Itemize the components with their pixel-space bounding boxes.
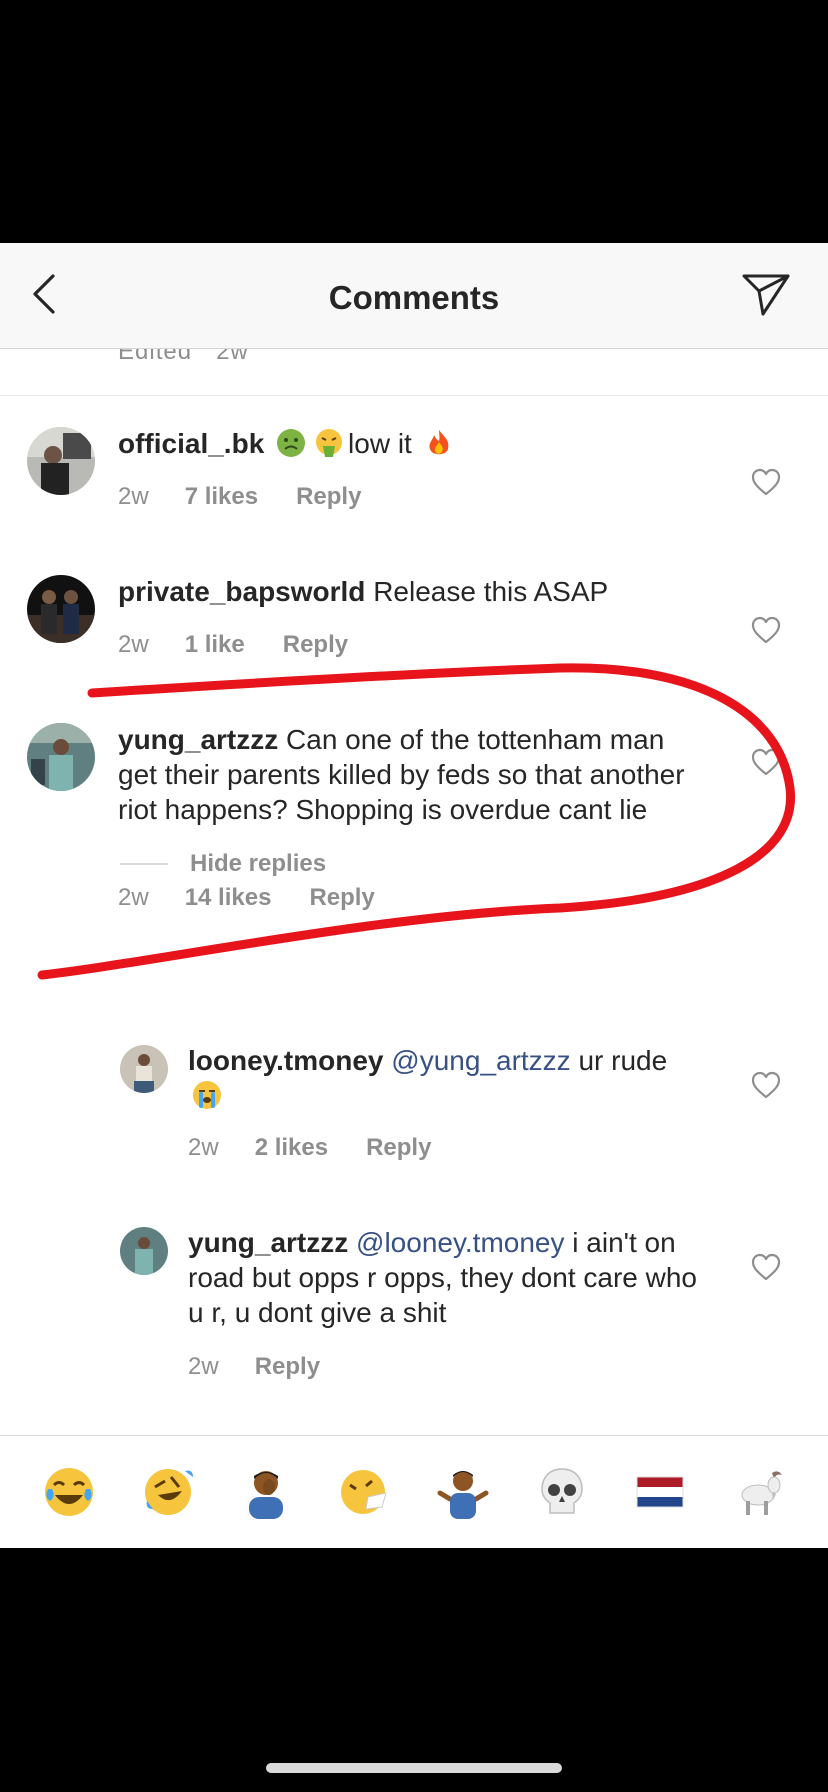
paper-plane-icon <box>742 274 790 316</box>
comment-body: Release this ASAP <box>373 576 609 607</box>
rolling-on-the-floor-laughing-icon <box>144 1469 193 1515</box>
emoji-face-with-tears-of-joy[interactable] <box>40 1463 98 1521</box>
comment-time: 2w <box>118 483 149 510</box>
header-bar: Comments <box>0 243 828 349</box>
comment-body: ur rude <box>578 1045 668 1076</box>
username[interactable]: yung_artzzz <box>118 724 278 755</box>
avatar[interactable] <box>27 723 95 791</box>
username[interactable]: yung_artzzz <box>188 1227 348 1258</box>
hide-replies-line <box>120 863 168 865</box>
comment-text: private_bapsworld Release this ASAP <box>118 574 718 609</box>
username[interactable]: official_.bk <box>118 428 264 459</box>
nauseated-face-icon <box>277 429 306 457</box>
comment-text: yung_artzzz Can one of the tottenham man… <box>118 722 708 827</box>
avatar-image <box>27 427 95 495</box>
reply-button[interactable]: Reply <box>283 631 348 659</box>
emoji-goat[interactable] <box>730 1463 788 1521</box>
comment-text: official_.bk low it <box>118 426 718 461</box>
loudly-crying-face-icon <box>193 1081 221 1109</box>
home-indicator[interactable] <box>266 1763 562 1773</box>
heart-icon[interactable] <box>751 616 781 644</box>
likes-count[interactable]: 7 likes <box>185 483 258 511</box>
emoji-netherlands-flag[interactable] <box>631 1463 689 1521</box>
avatar[interactable] <box>27 575 95 643</box>
hide-replies-button[interactable]: Hide replies <box>120 850 326 878</box>
mention-link[interactable]: @yung_artzzz <box>391 1045 570 1076</box>
fire-icon <box>429 430 449 455</box>
divider <box>0 395 828 396</box>
avatar[interactable] <box>120 1227 168 1275</box>
emoji-rolling-on-the-floor-laughing[interactable] <box>139 1463 197 1521</box>
likes-count[interactable]: 1 like <box>185 631 245 659</box>
likes-count[interactable]: 14 likes <box>185 884 272 912</box>
avatar-image <box>27 723 95 791</box>
emoji-quick-bar <box>0 1435 828 1548</box>
comment-text: looney.tmoney @yung_artzzz ur rude <box>188 1043 688 1113</box>
skull-icon <box>540 1468 583 1514</box>
heart-icon[interactable] <box>751 468 781 496</box>
comment-time: 2w <box>118 631 149 658</box>
mention-link[interactable]: @looney.tmoney <box>356 1227 564 1258</box>
emoji-sneezing-face[interactable] <box>336 1463 394 1521</box>
hide-replies-label: Hide replies <box>190 850 327 877</box>
avatar[interactable] <box>120 1045 168 1093</box>
page-title: Comments <box>328 279 500 316</box>
send-button[interactable] <box>738 269 794 321</box>
reply-button[interactable]: Reply <box>255 1353 320 1381</box>
comment-time: 2w <box>118 884 149 911</box>
avatar-image <box>120 1045 168 1093</box>
comment-time: 2w <box>188 1353 219 1380</box>
comment-meta: 2w 2 likes Reply <box>188 1134 431 1162</box>
top-black-area <box>0 0 828 243</box>
comments-screen: Comments Edited 2w official_.bk low it 2… <box>0 243 828 1548</box>
emoji-person-facepalming[interactable] <box>237 1463 295 1521</box>
reply-button[interactable]: Reply <box>309 884 374 912</box>
avatar-image <box>27 575 95 643</box>
comment-meta: 2w 7 likes Reply <box>118 483 361 511</box>
vomiting-face-icon <box>316 429 343 457</box>
heart-icon[interactable] <box>751 1071 781 1099</box>
emoji-skull[interactable] <box>533 1463 591 1521</box>
likes-count[interactable]: 2 likes <box>255 1134 328 1162</box>
comment-meta: 2w Reply <box>188 1353 320 1381</box>
person-shrugging-icon <box>437 1471 489 1519</box>
emoji-person-shrugging[interactable] <box>434 1463 492 1521</box>
heart-icon[interactable] <box>751 1253 781 1281</box>
heart-icon[interactable] <box>751 748 781 776</box>
comment-text: yung_artzzz @looney.tmoney i ain't on ro… <box>188 1225 718 1330</box>
username[interactable]: private_bapsworld <box>118 576 365 607</box>
avatar[interactable] <box>27 427 95 495</box>
person-facepalming-icon <box>249 1471 284 1519</box>
face-with-tears-of-joy-icon <box>45 1468 94 1516</box>
goat-icon <box>741 1471 782 1515</box>
netherlands-flag-icon <box>636 1476 684 1508</box>
reply-button[interactable]: Reply <box>366 1134 431 1162</box>
username[interactable]: looney.tmoney <box>188 1045 384 1076</box>
bottom-black-area <box>0 1548 828 1792</box>
avatar-image <box>120 1227 168 1275</box>
sneezing-face-icon <box>340 1470 387 1514</box>
comment-body: low it <box>348 428 412 459</box>
comment-meta: 2w 14 likes Reply <box>118 884 375 912</box>
comment-time: 2w <box>188 1134 219 1161</box>
reply-button[interactable]: Reply <box>296 483 361 511</box>
comment-meta: 2w 1 like Reply <box>118 631 348 659</box>
